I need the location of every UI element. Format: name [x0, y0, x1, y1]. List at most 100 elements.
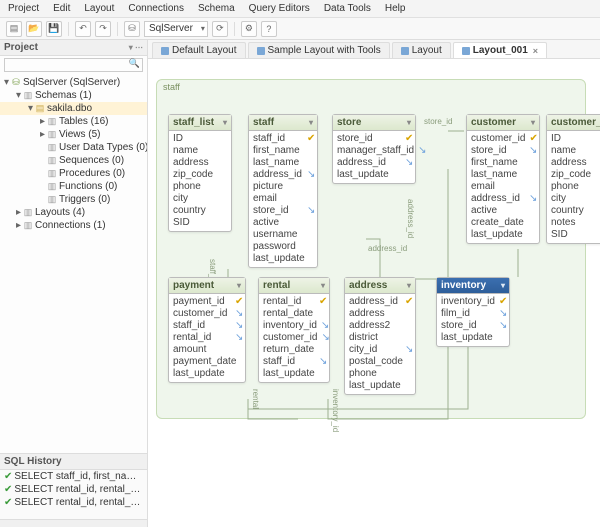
column-SID[interactable]: SID	[173, 217, 227, 229]
column-email[interactable]: email	[471, 181, 535, 193]
column-staff_id[interactable]: staff_id✔	[253, 133, 313, 145]
column-city[interactable]: city	[551, 193, 600, 205]
column-address_id[interactable]: address_id↘	[337, 157, 411, 169]
tree-functions[interactable]: ▥Functions (0)	[0, 180, 147, 193]
column-inventory_id[interactable]: inventory_id↘	[263, 320, 325, 332]
tb-undo-icon[interactable]: ↶	[75, 21, 91, 37]
column-customer_id[interactable]: customer_id✔	[471, 133, 535, 145]
menu-project[interactable]: Project	[8, 3, 39, 14]
column-last_update[interactable]: last_update	[471, 229, 535, 241]
table-payment[interactable]: payment▾ payment_id✔customer_id↘staff_id…	[168, 277, 246, 383]
column-rental_date[interactable]: rental_date	[263, 308, 325, 320]
tree-sequences[interactable]: ▥Sequences (0)	[0, 154, 147, 167]
table-customer-list[interactable]: customer_list▾ IDnameaddresszip_codephon…	[546, 114, 600, 244]
column-address_id[interactable]: address_id✔	[349, 296, 411, 308]
tb-db-icon[interactable]: ⛁	[124, 21, 140, 37]
tb-save-icon[interactable]: 💾	[46, 21, 62, 37]
column-zip_code[interactable]: zip_code	[173, 169, 227, 181]
column-rental_id[interactable]: rental_id↘	[173, 332, 241, 344]
tab-layout-001[interactable]: Layout_001×	[453, 42, 547, 58]
column-address_id[interactable]: address_id↘	[471, 193, 535, 205]
history-row[interactable]: ✔SELECT staff_id, first_name, last_	[0, 470, 147, 483]
column-postal_code[interactable]: postal_code	[349, 356, 411, 368]
column-active[interactable]: active	[471, 205, 535, 217]
toolbar-server-select[interactable]: SqlServer	[144, 21, 208, 37]
history-row[interactable]: ✔SELECT rental_id, rental_date, inv	[0, 483, 147, 496]
column-payment_id[interactable]: payment_id✔	[173, 296, 241, 308]
table-address[interactable]: address▾ address_id✔addressaddress2distr…	[344, 277, 416, 395]
menu-query-editors[interactable]: Query Editors	[249, 3, 310, 14]
column-staff_id[interactable]: staff_id↘	[173, 320, 241, 332]
column-ID[interactable]: ID	[551, 133, 600, 145]
column-store_id[interactable]: store_id✔	[337, 133, 411, 145]
column-store_id[interactable]: store_id↘	[441, 320, 505, 332]
column-last_update[interactable]: last_update	[263, 368, 325, 380]
column-last_update[interactable]: last_update	[441, 332, 505, 344]
table-store[interactable]: store▾ store_id✔manager_staff_id↘address…	[332, 114, 416, 184]
column-store_id[interactable]: store_id↘	[471, 145, 535, 157]
column-password[interactable]: password	[253, 241, 313, 253]
tree-schemas[interactable]: ▾▥Schemas (1)	[0, 89, 147, 102]
tb-new-icon[interactable]: ▤	[6, 21, 22, 37]
history-row[interactable]: ✔SELECT rental_id, rental_date, inv	[0, 496, 147, 509]
column-address[interactable]: address	[551, 157, 600, 169]
column-manager_staff_id[interactable]: manager_staff_id↘	[337, 145, 411, 157]
column-address_id[interactable]: address_id↘	[253, 169, 313, 181]
table-rental[interactable]: rental▾ rental_id✔rental_dateinventory_i…	[258, 277, 330, 383]
tree-connections[interactable]: ▸▥Connections (1)	[0, 219, 147, 232]
column-amount[interactable]: amount	[173, 344, 241, 356]
column-city[interactable]: city	[173, 193, 227, 205]
menu-data-tools[interactable]: Data Tools	[324, 3, 371, 14]
column-country[interactable]: country	[551, 205, 600, 217]
table-inventory[interactable]: inventory▾ inventory_id✔film_id↘store_id…	[436, 277, 510, 347]
column-first_name[interactable]: first_name	[471, 157, 535, 169]
column-phone[interactable]: phone	[349, 368, 411, 380]
history-scrollbar[interactable]	[0, 519, 147, 527]
column-staff_id[interactable]: staff_id↘	[263, 356, 325, 368]
close-icon[interactable]: ×	[533, 46, 538, 56]
column-address2[interactable]: address2	[349, 320, 411, 332]
column-phone[interactable]: phone	[551, 181, 600, 193]
menu-edit[interactable]: Edit	[53, 3, 70, 14]
column-picture[interactable]: picture	[253, 181, 313, 193]
tab-layout[interactable]: Layout	[392, 42, 451, 58]
column-email[interactable]: email	[253, 193, 313, 205]
column-active[interactable]: active	[253, 217, 313, 229]
table-staff-list[interactable]: staff_list▾ IDnameaddresszip_codephoneci…	[168, 114, 232, 232]
column-last_name[interactable]: last_name	[471, 169, 535, 181]
column-address[interactable]: address	[349, 308, 411, 320]
tb-help-icon[interactable]: ?	[261, 21, 277, 37]
column-rental_id[interactable]: rental_id✔	[263, 296, 325, 308]
column-name[interactable]: name	[551, 145, 600, 157]
tree-root[interactable]: ▾⛁SqlServer (SqlServer)	[0, 76, 147, 89]
column-customer_id[interactable]: customer_id↘	[173, 308, 241, 320]
menu-connections[interactable]: Connections	[128, 3, 184, 14]
column-inventory_id[interactable]: inventory_id✔	[441, 296, 505, 308]
column-notes[interactable]: notes	[551, 217, 600, 229]
tree-layouts[interactable]: ▸▥Layouts (4)	[0, 206, 147, 219]
tb-redo-icon[interactable]: ↷	[95, 21, 111, 37]
tree-triggers[interactable]: ▥Triggers (0)	[0, 193, 147, 206]
column-first_name[interactable]: first_name	[253, 145, 313, 157]
column-city_id[interactable]: city_id↘	[349, 344, 411, 356]
tree-schema-sakila[interactable]: ▾▤sakila.dbo	[0, 102, 147, 115]
column-last_update[interactable]: last_update	[349, 380, 411, 392]
column-last_name[interactable]: last_name	[253, 157, 313, 169]
tab-default-layout[interactable]: Default Layout	[152, 42, 246, 58]
column-create_date[interactable]: create_date	[471, 217, 535, 229]
column-film_id[interactable]: film_id↘	[441, 308, 505, 320]
table-staff[interactable]: staff▾ staff_id✔first_namelast_nameaddre…	[248, 114, 318, 268]
menu-help[interactable]: Help	[385, 3, 406, 14]
column-district[interactable]: district	[349, 332, 411, 344]
menu-layout[interactable]: Layout	[84, 3, 114, 14]
tree-user-data-types[interactable]: ▥User Data Types (0)	[0, 141, 147, 154]
column-last_update[interactable]: last_update	[173, 368, 241, 380]
column-store_id[interactable]: store_id↘	[253, 205, 313, 217]
tb-gear-icon[interactable]: ⚙	[241, 21, 257, 37]
column-payment_date[interactable]: payment_date	[173, 356, 241, 368]
column-address[interactable]: address	[173, 157, 227, 169]
tb-open-icon[interactable]: 📂	[26, 21, 42, 37]
column-customer_id[interactable]: customer_id↘	[263, 332, 325, 344]
column-last_update[interactable]: last_update	[337, 169, 411, 181]
table-customer[interactable]: customer▾ customer_id✔store_id↘first_nam…	[466, 114, 540, 244]
